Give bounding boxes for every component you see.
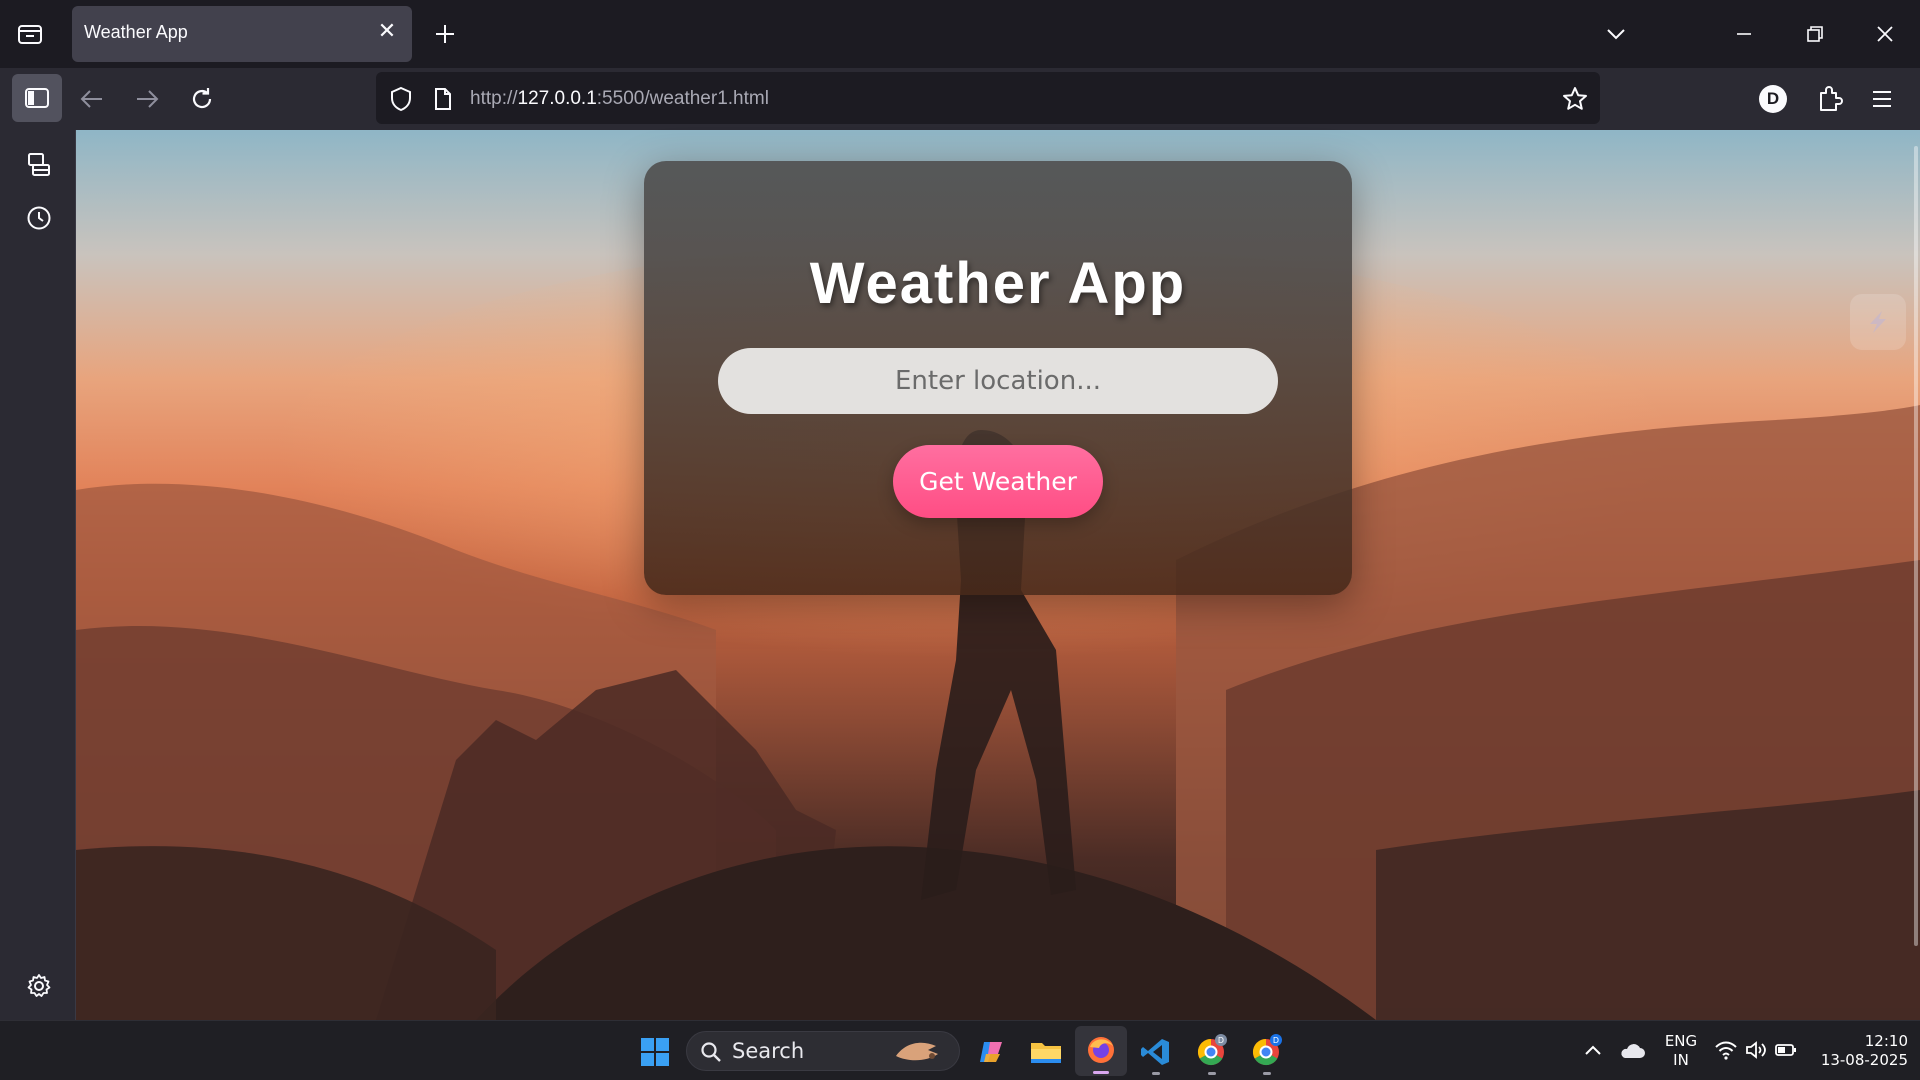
clock-date: 13-08-2025	[1820, 1051, 1908, 1069]
plus-icon[interactable]	[432, 21, 458, 47]
url-path: :5500/weather1.html	[596, 88, 769, 109]
star-icon[interactable]	[1561, 85, 1589, 113]
tab-title: Weather App	[84, 22, 188, 42]
running-indicator	[1152, 1072, 1160, 1075]
clock[interactable]: 12:10 13-08-2025	[1808, 1032, 1908, 1070]
firefox-icon	[1088, 1037, 1114, 1063]
app-title: Weather App	[809, 251, 1187, 316]
search-label: Search	[732, 1039, 805, 1063]
tab-list-icon[interactable]	[16, 20, 44, 48]
chrome-icon[interactable]: D	[1250, 1034, 1284, 1075]
copilot-icon[interactable]	[976, 1036, 1008, 1073]
back-arrow-icon[interactable]	[78, 86, 106, 112]
search-highlight-icon	[892, 1036, 944, 1071]
chevron-up-icon[interactable]	[1582, 1040, 1604, 1067]
browser-sidebar	[0, 130, 76, 1020]
url-host: 127.0.0.1	[517, 88, 597, 109]
reload-icon[interactable]	[188, 85, 216, 113]
get-weather-button[interactable]: Get Weather	[893, 445, 1103, 518]
windows-start-icon[interactable]	[640, 1037, 670, 1072]
scrollbar[interactable]	[1914, 146, 1918, 946]
volume-icon[interactable]	[1744, 1039, 1768, 1066]
forward-arrow-icon[interactable]	[133, 86, 161, 112]
minimize-icon[interactable]	[1732, 22, 1756, 46]
shield-icon[interactable]	[388, 85, 414, 113]
lightning-icon	[1870, 311, 1886, 333]
svg-text:D: D	[1273, 1036, 1279, 1045]
account-avatar[interactable]: D	[1759, 85, 1787, 113]
running-indicator	[1263, 1072, 1271, 1075]
language-indicator[interactable]: ENG IN	[1656, 1032, 1706, 1070]
close-window-icon[interactable]	[1873, 22, 1897, 46]
gear-icon[interactable]	[25, 972, 53, 1000]
puzzle-icon[interactable]	[1815, 84, 1843, 114]
language-code: ENG	[1664, 1032, 1698, 1050]
page-side-widget[interactable]	[1850, 294, 1906, 350]
clock-icon[interactable]	[25, 204, 53, 232]
wifi-icon[interactable]	[1714, 1039, 1738, 1066]
chevron-down-icon[interactable]	[1604, 22, 1628, 46]
sidebar-icon	[25, 88, 49, 108]
close-icon[interactable]: ✕	[374, 18, 400, 44]
url-prefix: http://	[470, 88, 518, 109]
svg-text:D: D	[1218, 1036, 1224, 1045]
clock-time: 12:10	[1864, 1032, 1908, 1050]
restore-icon[interactable]	[1803, 22, 1827, 46]
hamburger-icon[interactable]	[1869, 86, 1895, 112]
synced-tabs-icon[interactable]	[25, 151, 53, 179]
cloud-icon[interactable]	[1618, 1040, 1646, 1067]
chrome-profile-icon[interactable]: D	[1195, 1034, 1229, 1075]
vscode-icon[interactable]	[1140, 1036, 1172, 1075]
running-indicator	[1208, 1072, 1216, 1075]
sidebar-toggle-button[interactable]	[12, 74, 62, 122]
url-text[interactable]: http://127.0.0.1:5500/weather1.html	[470, 88, 769, 110]
search-icon	[700, 1041, 722, 1068]
firefox-taskbar-button[interactable]	[1075, 1026, 1127, 1076]
active-indicator	[1093, 1071, 1109, 1074]
location-input[interactable]	[718, 348, 1278, 414]
file-explorer-icon[interactable]	[1029, 1037, 1063, 1072]
battery-icon[interactable]	[1774, 1041, 1798, 1064]
region-code: IN	[1673, 1051, 1689, 1069]
page-icon[interactable]	[432, 86, 454, 112]
